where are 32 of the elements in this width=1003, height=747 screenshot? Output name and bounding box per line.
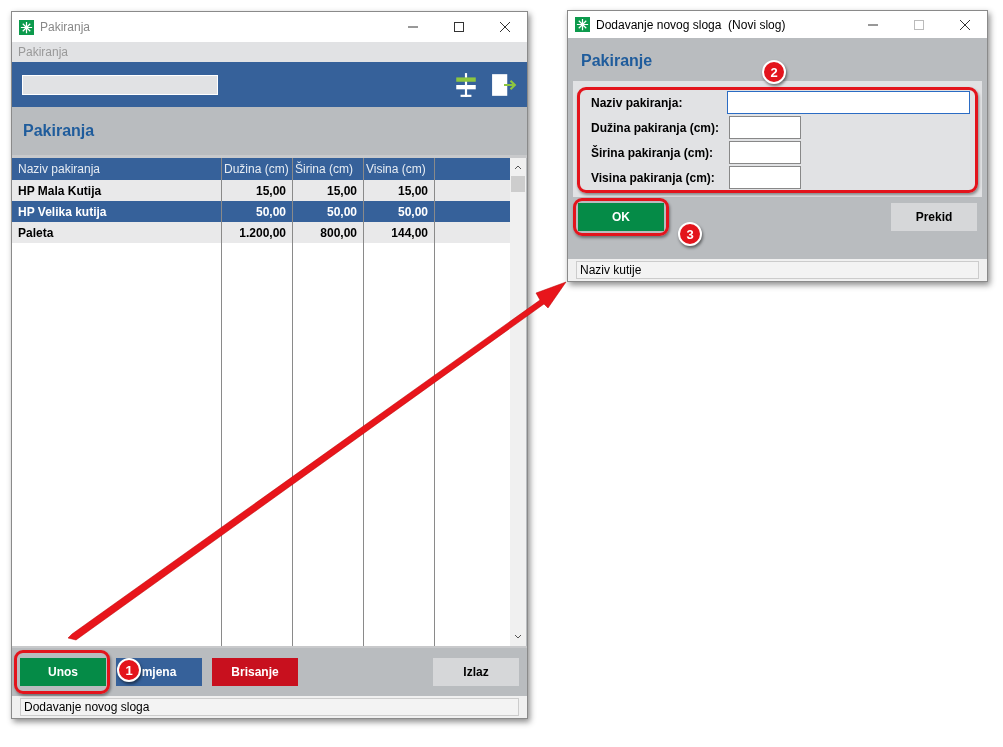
action-button[interactable]: Brisanje	[212, 658, 298, 686]
app-logo-icon	[575, 17, 590, 32]
field-label: Širina pakiranja (cm):	[591, 145, 715, 160]
input-field[interactable]	[727, 91, 970, 114]
scroll-thumb[interactable]	[511, 176, 525, 192]
window-title: Pakiranja	[40, 20, 91, 34]
section-heading: Pakiranja	[23, 122, 95, 140]
dialog-heading: Pakiranje	[581, 51, 654, 71]
search-field[interactable]	[22, 74, 218, 95]
close-icon[interactable]	[959, 18, 971, 31]
dialog-button[interactable]: Prekid	[891, 203, 977, 231]
action-button[interactable]: Izlaz	[433, 658, 519, 686]
window-title: Dodavanje novog sloga (Novi slog)	[596, 17, 786, 32]
field-label: Visina pakiranja (cm):	[591, 170, 716, 185]
table-row[interactable]: HP Mala Kutija 15,00 15,00 15,00	[12, 180, 510, 201]
action-button[interactable]: Unos	[20, 658, 106, 686]
exit-icon[interactable]	[491, 71, 517, 98]
dialog-button[interactable]: OK	[578, 203, 664, 231]
input-field[interactable]	[729, 141, 801, 164]
status-bar: Dodavanje novog sloga	[20, 698, 519, 716]
signpost-icon[interactable]	[453, 71, 479, 98]
scrollbar[interactable]	[510, 158, 526, 646]
status-bar: Naziv kutije	[576, 261, 979, 279]
input-field[interactable]	[729, 166, 801, 189]
app-logo-icon	[19, 19, 34, 35]
table-row[interactable]: HP Velika kutija 50,00 50,00 50,00	[12, 201, 510, 222]
maximize-icon[interactable]	[453, 21, 465, 33]
close-icon[interactable]	[499, 21, 511, 33]
table-row[interactable]: Paleta 1.200,00 800,00 144,00	[12, 222, 510, 243]
input-field[interactable]	[729, 116, 801, 139]
field-label: Naziv pakiranja:	[591, 95, 684, 110]
field-label: Dužina pakiranja (cm):	[591, 120, 721, 135]
